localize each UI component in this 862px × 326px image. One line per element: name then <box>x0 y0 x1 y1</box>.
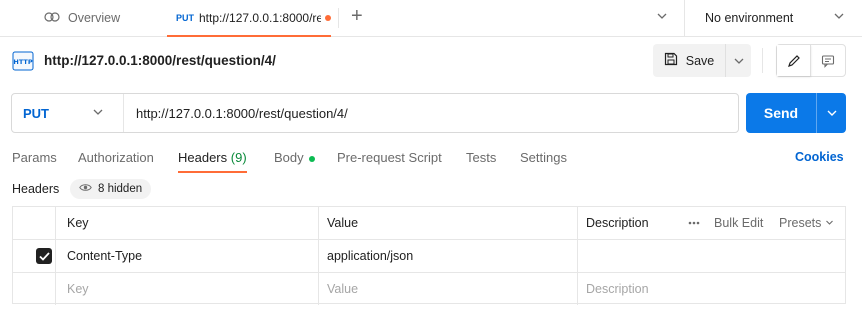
header-key-cell[interactable]: Content-Type <box>67 240 317 272</box>
url-input[interactable]: http://127.0.0.1:8000/rest/question/4/ <box>124 94 738 132</box>
table-header-row: Key Value Description Bulk Edit Presets <box>13 207 845 240</box>
header-description-cell[interactable] <box>586 240 844 272</box>
eye-icon <box>79 183 92 195</box>
comments-icon[interactable] <box>811 45 845 76</box>
method-label: PUT <box>23 105 49 121</box>
tab-authorization-label: Authorization <box>78 150 154 165</box>
tab-body-label: Body <box>274 150 304 165</box>
tab-tests[interactable]: Tests <box>466 150 496 176</box>
tab-pre-request-script-label: Pre-request Script <box>337 150 442 165</box>
bulk-edit-button[interactable]: Bulk Edit <box>714 207 763 239</box>
tab-params[interactable]: Params <box>12 150 57 176</box>
headers-table: Key Value Description Bulk Edit Presets … <box>12 206 846 306</box>
chevron-down-icon[interactable] <box>833 10 845 25</box>
toolbar-divider <box>762 48 763 73</box>
save-options-chevron-icon[interactable] <box>725 44 751 77</box>
tab-tests-label: Tests <box>466 150 497 165</box>
header-value-cell[interactable]: application/json <box>327 240 576 272</box>
view-toggle-group <box>776 44 846 77</box>
tab-params-label: Params <box>12 150 57 165</box>
tab-method: PUT <box>176 12 194 23</box>
row-enabled-checkbox[interactable] <box>36 240 52 272</box>
tabs-dropdown-icon[interactable] <box>656 10 668 25</box>
checkmark-icon <box>36 248 52 264</box>
tab-headers-count: (9) <box>230 150 247 165</box>
tab-headers[interactable]: Headers (9) <box>178 150 247 173</box>
column-header-value: Value <box>327 216 359 230</box>
column-header-key: Key <box>67 216 89 230</box>
new-key-input[interactable]: Key <box>67 273 89 305</box>
send-options-chevron-icon[interactable] <box>816 93 846 133</box>
more-options-icon[interactable] <box>688 207 700 239</box>
hidden-headers-toggle[interactable]: 8 hidden <box>70 179 152 199</box>
edit-pencil-icon[interactable] <box>777 45 811 76</box>
chevron-down-icon <box>825 216 834 230</box>
http-icon: HTTP <box>12 51 34 71</box>
tab-divider <box>338 8 339 28</box>
tab-settings[interactable]: Settings <box>520 150 567 176</box>
svg-text:HTTP: HTTP <box>13 58 32 66</box>
tab-overview-label: Overview <box>68 11 121 25</box>
presets-dropdown[interactable]: Presets <box>779 207 834 239</box>
tab-url: http://127.0.0.1:8000/rest/question/4/ <box>199 10 321 25</box>
tab-authorization[interactable]: Authorization <box>78 150 154 176</box>
tab-overview[interactable]: Overview <box>44 0 120 36</box>
presets-label: Presets <box>779 216 822 230</box>
table-row: Content-Type application/json <box>13 240 845 273</box>
method-select[interactable]: PUT <box>12 94 124 132</box>
tab-body[interactable]: Body <box>274 150 315 176</box>
save-label: Save <box>685 53 715 68</box>
column-header-description: Description <box>586 216 649 230</box>
unsaved-dot-icon <box>325 14 331 21</box>
environment-label: No environment <box>705 11 794 25</box>
send-button-group: Send <box>746 93 846 133</box>
table-row-new: Key Value Description <box>13 273 845 306</box>
save-button[interactable]: Save <box>653 44 725 77</box>
overview-icon <box>44 11 60 26</box>
tab-active-request[interactable]: PUT http://127.0.0.1:8000/rest/question/… <box>167 0 331 37</box>
new-description-input[interactable]: Description <box>586 273 649 305</box>
headers-section-label: Headers <box>12 182 60 196</box>
send-button[interactable]: Send <box>746 93 816 133</box>
chevron-down-icon <box>92 106 104 121</box>
new-value-input[interactable]: Value <box>327 273 358 305</box>
request-title[interactable]: http://127.0.0.1:8000/rest/question/4/ <box>44 53 276 68</box>
hidden-headers-label: 8 hidden <box>98 183 143 195</box>
tab-bar: Overview PUT http://127.0.0.1:8000/rest/… <box>0 0 862 37</box>
body-status-dot-icon <box>308 155 315 162</box>
cookies-link[interactable]: Cookies <box>795 150 844 164</box>
tab-pre-request-script[interactable]: Pre-request Script <box>337 150 442 176</box>
save-icon <box>664 52 678 69</box>
plus-icon[interactable]: + <box>351 6 363 26</box>
save-button-group: Save <box>653 44 751 77</box>
environment-selector[interactable]: No environment <box>705 0 793 36</box>
url-bar: PUT http://127.0.0.1:8000/rest/question/… <box>11 93 739 133</box>
tab-settings-label: Settings <box>520 150 567 165</box>
env-divider <box>684 0 685 36</box>
tab-headers-label: Headers <box>178 150 228 165</box>
